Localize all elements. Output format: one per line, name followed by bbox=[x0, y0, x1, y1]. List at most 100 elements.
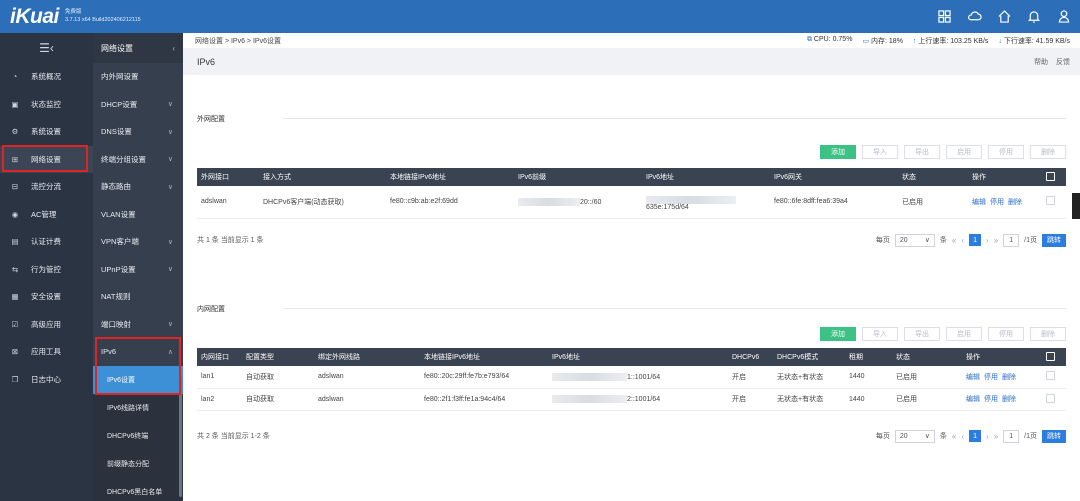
title-links: 帮助 反馈 bbox=[1034, 57, 1070, 67]
last-page-icon[interactable]: » bbox=[994, 236, 998, 245]
nav-item-auth[interactable]: ▤ 认证计费 bbox=[0, 228, 93, 256]
wan-import-button[interactable]: 导入 bbox=[862, 145, 898, 159]
nav-item-flow[interactable]: ⊟ 流控分流 bbox=[0, 173, 93, 201]
page-input[interactable]: 1 bbox=[1003, 233, 1020, 247]
select-all-checkbox[interactable] bbox=[1046, 171, 1055, 181]
help-link[interactable]: 帮助 bbox=[1034, 57, 1048, 67]
gear-icon: ⚙ bbox=[11, 127, 19, 137]
chevron-down-icon: ∨ bbox=[167, 128, 173, 136]
prev-page-icon[interactable]: ‹ bbox=[961, 236, 964, 245]
cloud-icon[interactable] bbox=[966, 8, 982, 24]
behavior-icon: ⇆ bbox=[11, 264, 19, 274]
next-page-icon[interactable]: › bbox=[986, 236, 989, 245]
grid-icon[interactable] bbox=[936, 8, 952, 24]
edit-link[interactable]: 编辑 bbox=[966, 396, 980, 403]
select-all-checkbox[interactable] bbox=[1046, 351, 1055, 361]
nav-prefix-static[interactable]: 前缀静态分配 bbox=[93, 449, 183, 478]
wan-delete-button[interactable]: 删除 bbox=[1030, 145, 1066, 159]
nav-item-log[interactable]: ❐ 日志中心 bbox=[0, 366, 93, 394]
per-page-select[interactable]: 20 ∨ bbox=[894, 429, 935, 443]
row-checkbox[interactable] bbox=[1046, 393, 1055, 403]
nav-item-ac[interactable]: ◉ AC管理 bbox=[0, 201, 93, 229]
user-icon[interactable] bbox=[1056, 8, 1072, 24]
lan-summary: 共 2 条 当前显示 1-2 条 bbox=[197, 433, 270, 440]
nav-sub-static-route[interactable]: 静态路由 ∨ bbox=[93, 173, 183, 201]
nav-sub-upnp[interactable]: UPnP设置 ∨ bbox=[93, 256, 183, 284]
nav-item-tools[interactable]: ⊠ 应用工具 bbox=[0, 338, 93, 366]
row-checkbox[interactable] bbox=[1046, 371, 1055, 381]
nav-dhcpv6-blackwhite[interactable]: DHCPv6黑白名单 bbox=[93, 477, 183, 501]
nav-item-monitor[interactable]: ▣ 状态监控 bbox=[0, 91, 93, 119]
nav-sub-dhcp[interactable]: DHCP设置 ∨ bbox=[93, 91, 183, 119]
arrow-down-icon: ↓ bbox=[998, 38, 1002, 45]
dashboard-icon: ◔ bbox=[12, 72, 18, 82]
wan-enable-button[interactable]: 启用 bbox=[946, 145, 982, 159]
bell-icon[interactable] bbox=[1026, 8, 1042, 24]
feedback-link[interactable]: 反馈 bbox=[1056, 57, 1070, 67]
delete-link[interactable]: 删除 bbox=[1008, 199, 1022, 206]
advanced-icon: ☑ bbox=[11, 319, 19, 329]
nav-sub-terminal-group[interactable]: 终端分组设置 ∨ bbox=[93, 146, 183, 174]
wan-export-button[interactable]: 导出 bbox=[904, 145, 940, 159]
redacted-block bbox=[552, 372, 627, 381]
delete-link[interactable]: 删除 bbox=[1002, 396, 1016, 403]
side-handle[interactable] bbox=[1072, 193, 1080, 219]
lan-toolbar: 添加 导入 导出 启用 停用 删除 bbox=[820, 327, 1066, 341]
disable-link[interactable]: 停用 bbox=[990, 199, 1004, 206]
col-header: 操作 bbox=[968, 168, 1042, 186]
go-button[interactable]: 跳转 bbox=[1042, 429, 1066, 443]
chevron-left-icon[interactable]: ‹ bbox=[172, 44, 175, 53]
nav-sub-vpn[interactable]: VPN客户端 ∨ bbox=[93, 228, 183, 256]
nav-item-security[interactable]: ▦ 安全设置 bbox=[0, 283, 93, 311]
lan-delete-button[interactable]: 删除 bbox=[1030, 327, 1066, 341]
cpu-icon: ⧉ bbox=[806, 36, 812, 43]
page-input[interactable]: 1 bbox=[1003, 429, 1020, 443]
status-bar: 网络设置 > IPv6 > IPv6设置 ⧉ CPU: 0.75% ▭ 内存: … bbox=[183, 33, 1080, 48]
nav-sub-lanwan[interactable]: 内外网设置 bbox=[93, 63, 183, 91]
nav-item-system[interactable]: ⚙ 系统设置 bbox=[0, 118, 93, 146]
disable-link[interactable]: 停用 bbox=[984, 396, 998, 403]
row-checkbox[interactable] bbox=[1046, 196, 1055, 206]
lan-enable-button[interactable]: 启用 bbox=[946, 327, 982, 341]
lan-add-button[interactable]: 添加 bbox=[820, 327, 856, 341]
edit-link[interactable]: 编辑 bbox=[972, 199, 986, 206]
lan-export-button[interactable]: 导出 bbox=[904, 327, 940, 341]
nav-ipv6-line-detail[interactable]: IPv6线路详情 bbox=[93, 393, 183, 422]
menu-collapse-icon[interactable]: ☰‹ bbox=[0, 33, 93, 63]
next-page-icon[interactable]: › bbox=[986, 432, 989, 441]
current-page[interactable]: 1 bbox=[969, 430, 982, 442]
first-page-icon[interactable]: « bbox=[952, 432, 956, 441]
nav-sub-nat[interactable]: NAT规则 bbox=[93, 283, 183, 311]
disable-link[interactable]: 停用 bbox=[984, 374, 998, 381]
nav-dhcpv6-terminal[interactable]: DHCPv6终端 bbox=[93, 421, 183, 450]
col-header: 状态 bbox=[898, 168, 968, 186]
table-header: 内网接口 配置类型 绑定外网线路 本地链接IPv6地址 IPv6地址 DHCPv… bbox=[197, 348, 1066, 366]
prev-page-icon[interactable]: ‹ bbox=[961, 432, 964, 441]
top-bar: iKuai 免费版 3.7.13 x64 Build202406212115 bbox=[0, 0, 1080, 33]
edit-link[interactable]: 编辑 bbox=[966, 374, 980, 381]
wan-summary: 共 1 条 当前显示 1 条 bbox=[197, 237, 264, 244]
arrow-up-icon: ↑ bbox=[912, 38, 917, 45]
wan-add-button[interactable]: 添加 bbox=[820, 145, 856, 159]
go-button[interactable]: 跳转 bbox=[1042, 233, 1066, 247]
col-header: DHCPv6模式 bbox=[773, 348, 845, 366]
delete-link[interactable]: 删除 bbox=[1002, 374, 1016, 381]
current-page[interactable]: 1 bbox=[969, 234, 982, 246]
nav-sub-dns[interactable]: DNS设置 ∨ bbox=[93, 118, 183, 146]
first-page-icon[interactable]: « bbox=[952, 236, 956, 245]
lan-import-button[interactable]: 导入 bbox=[862, 327, 898, 341]
lan-section-label: 内网配置 bbox=[197, 306, 225, 313]
lan-disable-button[interactable]: 停用 bbox=[988, 327, 1024, 341]
nav-sub-vlan[interactable]: VLAN设置 bbox=[93, 201, 183, 229]
sidebar-scrollbar[interactable] bbox=[179, 377, 182, 497]
nav-sub-port-map[interactable]: 端口映射 ∨ bbox=[93, 311, 183, 339]
wan-disable-button[interactable]: 停用 bbox=[988, 145, 1024, 159]
col-header: 配置类型 bbox=[242, 348, 314, 366]
per-page-select[interactable]: 20 ∨ bbox=[894, 233, 935, 247]
nav-item-behavior[interactable]: ⇆ 行为管控 bbox=[0, 256, 93, 284]
col-header: IPv6地址 bbox=[548, 348, 728, 366]
nav-item-advanced[interactable]: ☑ 高级应用 bbox=[0, 311, 93, 339]
home-icon[interactable] bbox=[996, 8, 1012, 24]
last-page-icon[interactable]: » bbox=[994, 432, 998, 441]
nav-item-overview[interactable]: ◔ 系统概况 bbox=[0, 63, 93, 91]
